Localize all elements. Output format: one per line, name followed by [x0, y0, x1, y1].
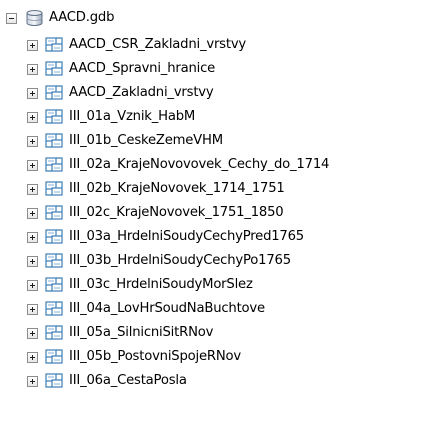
feature-dataset-icon — [45, 253, 63, 268]
tree-item-10[interactable]: III_03b_HrdelniSoudyCechyPo1765 — [27, 249, 291, 273]
feature-dataset-icon — [45, 109, 63, 124]
feature-dataset-icon — [45, 277, 63, 292]
feature-dataset-icon — [45, 85, 63, 100]
tree-root-item[interactable]: AACD.gdb — [6, 6, 114, 30]
feature-dataset-icon — [45, 325, 63, 340]
tree-item-label: III_03b_HrdelniSoudyCechyPo1765 — [69, 253, 291, 268]
tree-root-label: AACD.gdb — [49, 10, 115, 25]
expand-toggle-icon[interactable] — [27, 231, 38, 243]
tree-item-7[interactable]: III_02b_KrajeNovovek_1714_1751 — [27, 177, 285, 201]
expand-toggle-icon[interactable] — [27, 255, 38, 267]
tree-item-6[interactable]: III_02a_KrajeNovovovek_Cechy_do_1714 — [27, 153, 329, 177]
tree-item-12[interactable]: III_04a_LovHrSoudNaBuchtove — [27, 297, 265, 321]
expand-toggle-icon[interactable] — [27, 135, 38, 147]
expand-toggle-icon[interactable] — [27, 375, 38, 387]
tree-item-5[interactable]: III_01b_CeskeZemeVHM — [27, 129, 223, 153]
expand-toggle-icon[interactable] — [27, 327, 38, 339]
tree-item-label: III_06a_CestaPosla — [69, 373, 187, 388]
tree-item-3[interactable]: AACD_Zakladni_vrstvy — [27, 81, 214, 105]
feature-dataset-icon — [45, 205, 63, 220]
tree-item-8[interactable]: III_02c_KrajeNovovek_1751_1850 — [27, 201, 284, 225]
tree-item-label: III_02b_KrajeNovovek_1714_1751 — [69, 181, 285, 196]
tree-item-label: III_02c_KrajeNovovek_1751_1850 — [69, 205, 284, 220]
tree-item-label: III_05b_PostovniSpojeRNov — [69, 349, 241, 364]
expand-toggle-icon[interactable] — [27, 39, 38, 51]
tree-item-label: III_04a_LovHrSoudNaBuchtove — [69, 301, 265, 316]
tree-item-13[interactable]: III_05a_SilnicniSitRNov — [27, 321, 213, 345]
expand-toggle-icon[interactable] — [27, 207, 38, 219]
collapse-toggle-icon[interactable] — [6, 12, 17, 24]
tree-item-9[interactable]: III_03a_HrdelniSoudyCechyPred1765 — [27, 225, 304, 249]
tree-item-label: III_01a_Vznik_HabM — [69, 109, 196, 124]
tree-item-label: III_03a_HrdelniSoudyCechyPred1765 — [69, 229, 304, 244]
tree-item-11[interactable]: III_03c_HrdelniSoudyMorSlez — [27, 273, 253, 297]
tree-item-14[interactable]: III_05b_PostovniSpojeRNov — [27, 345, 241, 369]
expand-toggle-icon[interactable] — [27, 351, 38, 363]
feature-dataset-icon — [45, 373, 63, 388]
expand-toggle-icon[interactable] — [27, 87, 38, 99]
geodatabase-icon — [26, 10, 43, 26]
tree-item-4[interactable]: III_01a_Vznik_HabM — [27, 105, 195, 129]
feature-dataset-icon — [45, 181, 63, 196]
feature-dataset-icon — [45, 61, 63, 76]
feature-dataset-icon — [45, 301, 63, 316]
tree-item-label: AACD_Spravni_hranice — [69, 61, 216, 76]
expand-toggle-icon[interactable] — [27, 183, 38, 195]
expand-toggle-icon[interactable] — [27, 303, 38, 315]
feature-dataset-icon — [45, 133, 63, 148]
feature-dataset-icon — [45, 349, 63, 364]
tree-item-label: III_01b_CeskeZemeVHM — [69, 133, 223, 148]
feature-dataset-icon — [45, 229, 63, 244]
feature-dataset-icon — [45, 37, 63, 52]
tree-item-label: III_02a_KrajeNovovovek_Cechy_do_1714 — [69, 157, 330, 172]
expand-toggle-icon[interactable] — [27, 111, 38, 123]
tree-item-15[interactable]: III_06a_CestaPosla — [27, 369, 187, 393]
feature-dataset-icon — [45, 157, 63, 172]
tree-item-1[interactable]: AACD_CSR_Zakladni_vrstvy — [27, 33, 246, 57]
tree-item-label: AACD_CSR_Zakladni_vrstvy — [69, 37, 247, 52]
tree-item-label: AACD_Zakladni_vrstvy — [69, 85, 214, 100]
tree-item-label: III_03c_HrdelniSoudyMorSlez — [69, 277, 253, 292]
expand-toggle-icon[interactable] — [27, 279, 38, 291]
tree-item-label: III_05a_SilnicniSitRNov — [69, 325, 214, 340]
expand-toggle-icon[interactable] — [27, 63, 38, 75]
catalog-tree: AACD.gdb AACD_CSR_Zakladni_vrstvy AACD_S… — [0, 0, 432, 443]
tree-item-2[interactable]: AACD_Spravni_hranice — [27, 57, 215, 81]
expand-toggle-icon[interactable] — [27, 159, 38, 171]
